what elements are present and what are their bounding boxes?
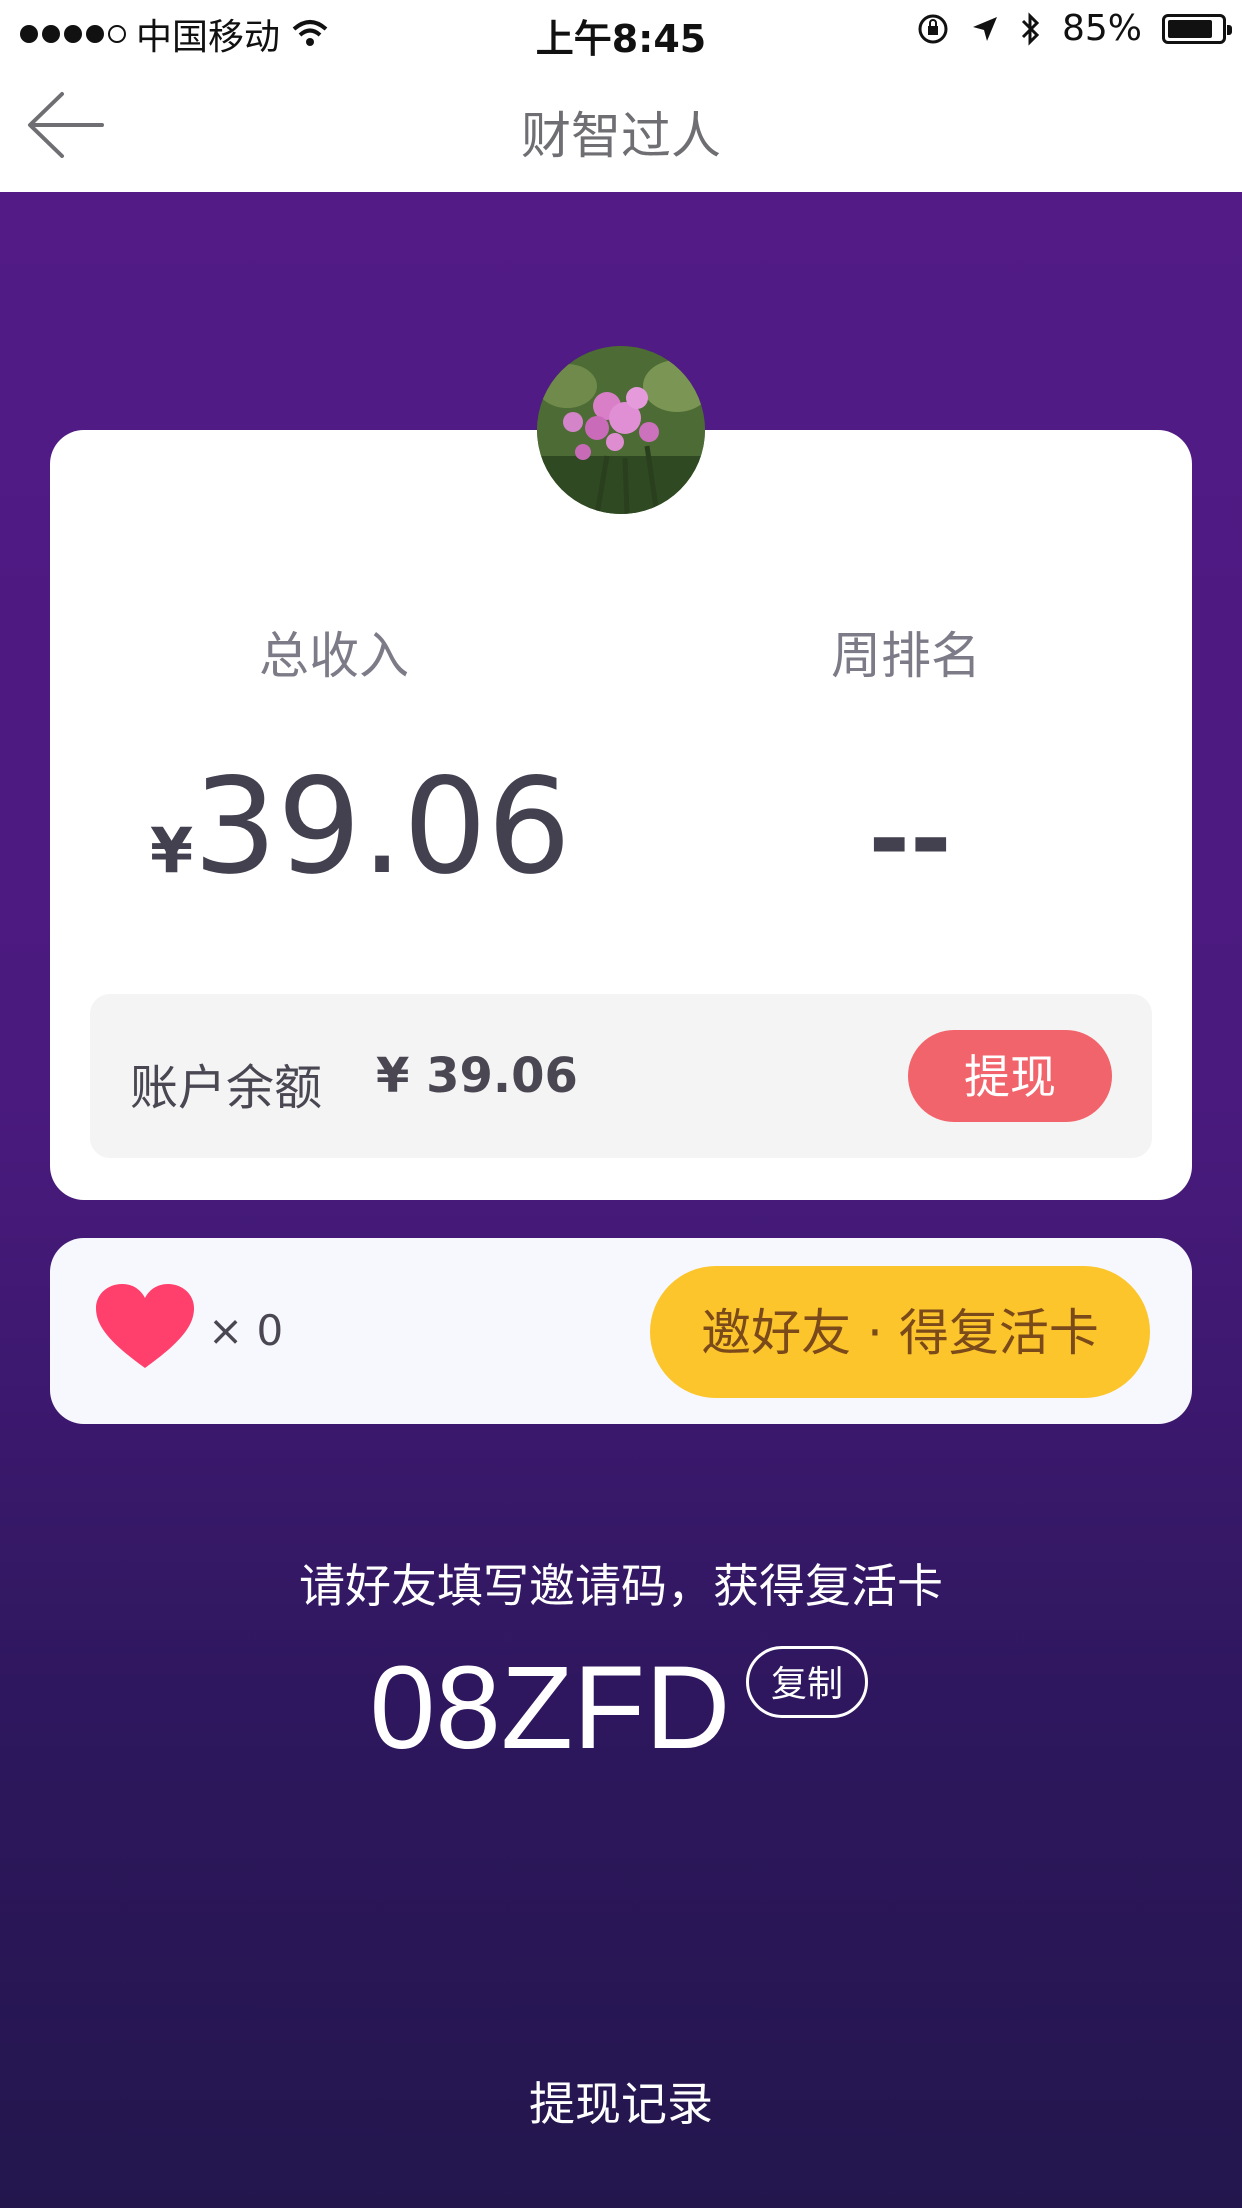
rank-label: 周排名: [831, 627, 981, 685]
heart-icon: [96, 1284, 194, 1368]
avatar[interactable]: [537, 346, 705, 514]
invite-friends-button[interactable]: 邀好友 · 得复活卡: [650, 1266, 1150, 1398]
invite-code: 08ZFD: [369, 1642, 731, 1774]
status-bar: 中国移动 上午8:45 85%: [0, 0, 1242, 62]
withdraw-records-link[interactable]: 提现记录: [0, 2068, 1242, 2134]
invite-instruction: 请好友填写邀请码，获得复活卡: [299, 1559, 943, 1613]
income-value: ¥39.06: [150, 750, 571, 904]
copy-code-button[interactable]: 复制: [746, 1646, 868, 1718]
bluetooth-icon: [1021, 11, 1040, 46]
battery-fill: [1168, 19, 1212, 38]
balance-box: 账户余额 ¥ 39.06 提现: [90, 994, 1152, 1158]
orientation-lock-icon: [918, 14, 948, 43]
lives-count: × 0: [208, 1306, 284, 1355]
withdraw-button[interactable]: 提现: [908, 1030, 1112, 1122]
page-title: 财智过人: [521, 107, 721, 165]
rank-value: --: [868, 780, 952, 897]
income-amount: 39.06: [193, 750, 572, 904]
income-label: 总收入: [259, 627, 409, 685]
battery-icon: [1162, 13, 1232, 44]
status-right: 85%: [916, 8, 1232, 49]
lives-card: × 0 邀好友 · 得复活卡: [50, 1238, 1192, 1424]
avatar-flower-image: [537, 346, 705, 514]
income-currency: ¥: [150, 814, 194, 887]
nav-bar: 财智过人: [0, 62, 1242, 192]
balance-value: ¥ 39.06: [376, 1048, 578, 1104]
location-arrow-icon: [972, 16, 997, 41]
battery-percent: 85%: [1061, 8, 1142, 49]
balance-label: 账户余额: [130, 1060, 323, 1116]
